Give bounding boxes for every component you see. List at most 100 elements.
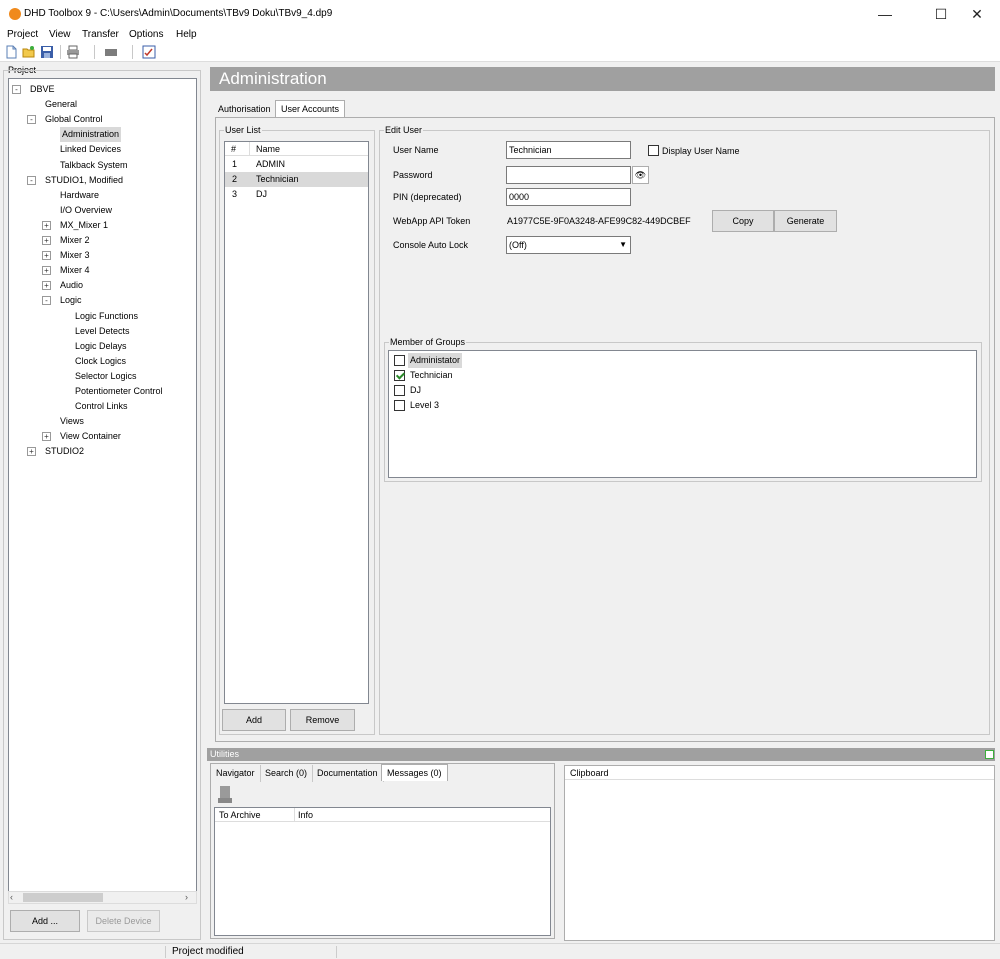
expand-icon[interactable]: + [42,281,51,291]
window-title: DHD Toolbox 9 - C:\Users\Admin\Documents… [24,8,333,19]
auto-lock-dropdown[interactable]: (Off) ▼ [506,236,631,254]
group-checkbox[interactable] [394,385,405,396]
scroll-right-icon[interactable]: › [185,892,188,902]
utilities-tab[interactable]: Search (0) [260,765,314,782]
expand-icon[interactable]: + [42,251,51,261]
user-row-name: DJ [256,189,267,199]
tree-item-label: Logic Delays [75,340,127,351]
tree-item-label: Mixer 4 [60,265,90,276]
minimize-button[interactable]: — [862,0,908,28]
scroll-thumb[interactable] [23,893,103,902]
tree-item-label: Mixer 3 [60,250,90,261]
display-user-name-checkbox[interactable] [648,145,659,156]
user-list-label: User List [224,125,262,135]
column-header-number[interactable]: # [231,144,236,154]
user-list-header: # Name [225,142,368,156]
clipboard-header: Clipboard [565,766,994,780]
member-of-groups-label: Member of Groups [389,337,467,347]
group-label: Level 3 [410,400,440,410]
tree-item-label: Administration [60,127,122,143]
remove-user-button[interactable]: Remove [290,709,355,731]
display-user-name-label: Display User Name [662,146,740,156]
delete-device-button[interactable]: Delete Device [87,910,160,932]
webapp-token-label: WebApp API Token [393,216,471,226]
tree-item-label: Hardware [60,189,100,200]
user-row-name: Technician [256,174,299,184]
tree-item-label: Linked Devices [60,144,122,155]
close-button[interactable]: ✕ [954,0,1000,28]
user-name-field[interactable]: Technician [506,141,631,159]
save-icon[interactable] [40,45,54,59]
groups-list[interactable]: Administator Technician DJ Level 3 [388,350,977,478]
expand-icon[interactable]: + [27,447,36,457]
expand-icon[interactable]: + [42,266,51,276]
group-item[interactable]: Administator [389,353,976,368]
collapse-icon[interactable]: - [12,85,21,94]
edit-user-label: Edit User [384,125,424,135]
show-password-button[interactable]: 👁 [632,166,649,184]
new-file-icon[interactable] [4,45,18,59]
user-row[interactable]: 2 Technician [225,172,368,187]
collapse-icon[interactable]: - [42,296,51,306]
open-folder-icon[interactable] [22,45,36,59]
expand-icon[interactable]: + [42,220,51,230]
column-header-to-archive[interactable]: To Archive [219,810,261,820]
clipboard-pane[interactable]: Clipboard [564,765,995,941]
utilities-restore-icon[interactable] [985,750,994,759]
menu-transfer[interactable]: Transfer [82,29,119,40]
generate-token-button[interactable]: Generate [774,210,837,232]
auto-lock-label: Console Auto Lock [393,240,469,250]
user-row[interactable]: 1 ADMIN [225,157,368,172]
tree-item-label: Global Control [45,114,103,125]
collapse-icon[interactable]: - [27,115,36,125]
group-checkbox[interactable] [394,400,405,411]
copy-token-button[interactable]: Copy [712,210,774,232]
menu-help[interactable]: Help [176,29,197,40]
device-icon[interactable] [104,45,118,59]
utilities-title: Utilities [210,749,240,759]
group-item[interactable]: Technician [389,368,976,383]
tree-item-label: Clock Logics [75,355,127,366]
user-row-number: 3 [232,189,238,199]
user-row-number: 2 [232,174,238,184]
user-row[interactable]: 3 DJ [225,187,368,202]
utilities-tab[interactable]: Messages (0) [381,764,448,781]
utilities-tab[interactable]: Documentation [312,765,384,782]
tree-item-label: STUDIO2 [45,446,85,457]
tree-item-label: Selector Logics [75,370,137,381]
messages-list-header: To Archive Info [215,808,550,822]
column-header-info[interactable]: Info [298,810,313,820]
column-header-name[interactable]: Name [256,144,280,154]
toolbar [0,42,1000,62]
tree-horizontal-scrollbar[interactable]: ‹ › [8,891,197,904]
expand-icon[interactable]: + [42,236,51,245]
expand-icon[interactable]: + [42,432,51,442]
pin-label: PIN (deprecated) [393,192,462,202]
tree-item-label: Views [60,416,84,427]
add-user-button[interactable]: Add [222,709,286,731]
tab-user-accounts[interactable]: User Accounts [275,100,346,118]
print-icon[interactable] [66,45,80,59]
clipboard-label: Clipboard [570,768,609,778]
pin-field[interactable]: 0000 [506,188,631,206]
group-item[interactable]: DJ [389,383,976,398]
toolbar-separator [94,45,95,59]
menu-view[interactable]: View [49,29,71,40]
menu-options[interactable]: Options [129,29,163,40]
menu-bar: Project View Transfer Options Help [0,28,1000,42]
archive-icon[interactable] [218,786,232,804]
password-field[interactable] [506,166,631,184]
group-checkbox[interactable] [394,355,405,366]
group-checkbox[interactable] [394,370,405,381]
user-list[interactable]: # Name 1 ADMIN 2 Technician 3 DJ [224,141,369,704]
calculator-icon[interactable] [142,45,156,59]
collapse-icon[interactable]: - [27,175,36,185]
add-device-button[interactable]: Add ... [10,910,80,932]
messages-list[interactable]: To Archive Info [214,807,551,936]
scroll-left-icon[interactable]: ‹ [10,892,13,902]
tab-authorisation[interactable]: Authorisation [213,101,276,118]
utilities-bar: Utilities [207,748,995,761]
menu-project[interactable]: Project [7,29,38,40]
utilities-tab[interactable]: Navigator [211,765,261,782]
group-item[interactable]: Level 3 [389,398,976,413]
